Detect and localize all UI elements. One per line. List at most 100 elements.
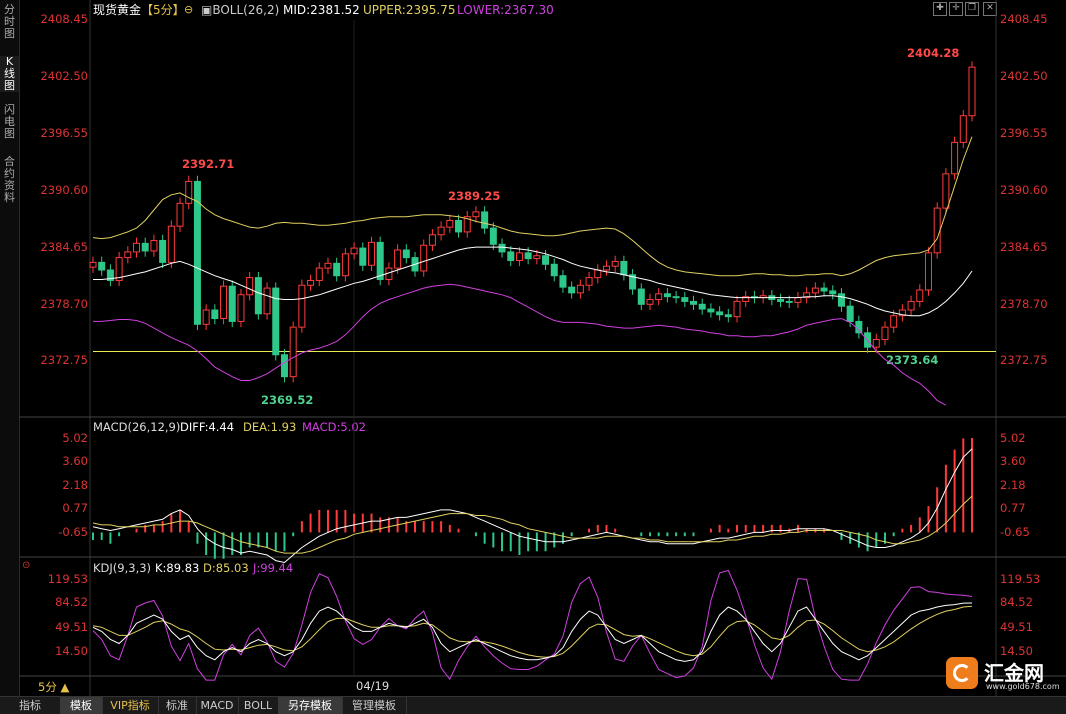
candle-body — [367, 241, 375, 266]
candle-body — [733, 300, 741, 318]
date-label: 04/19 — [356, 679, 390, 693]
candle-body — [176, 202, 184, 227]
candle-body — [341, 253, 349, 277]
tab-save-template[interactable]: 另存模板 — [278, 697, 343, 714]
candle-body — [968, 66, 976, 117]
candle-body — [663, 293, 671, 298]
candle-body — [637, 288, 645, 305]
candle-body — [472, 211, 480, 218]
candle-body — [481, 211, 489, 229]
candle-body — [298, 284, 306, 328]
candle-body — [446, 219, 454, 228]
candle-body — [98, 261, 106, 271]
kdj-d-line — [92, 605, 973, 658]
candle-body — [672, 296, 680, 299]
candle-body — [289, 326, 297, 378]
candle-body — [159, 239, 167, 263]
candle-body — [237, 294, 245, 322]
candle-body — [602, 265, 610, 271]
gold678-logo: 汇金网 www.gold678.com — [946, 655, 1061, 695]
candle-body — [829, 290, 837, 295]
candle-body — [785, 300, 793, 303]
candle-body — [585, 277, 593, 286]
candle-body — [959, 115, 967, 143]
candle-body — [376, 241, 384, 281]
candle-body — [559, 275, 567, 288]
candle-body — [594, 269, 602, 279]
candle-body — [185, 180, 193, 204]
candle-body — [507, 251, 515, 261]
candle-body — [228, 285, 236, 322]
candle-body — [620, 260, 628, 276]
candle-body — [951, 141, 959, 175]
tab-template[interactable]: 模板 — [60, 697, 103, 714]
candle-body — [924, 252, 932, 291]
bottom-toolbar: 指标 模板 VIP指标 标准 MACD BOLL 另存模板 管理模板 — [0, 696, 1066, 714]
candle-body — [542, 255, 550, 265]
candle-body — [646, 299, 654, 305]
tab-macd[interactable]: MACD — [196, 697, 239, 714]
candle-body — [820, 287, 828, 292]
candle-body — [254, 277, 262, 315]
candle-body — [133, 242, 141, 253]
candle-body — [124, 251, 132, 259]
candle-body — [890, 315, 898, 328]
logo-mark-icon — [946, 657, 978, 689]
candle-body — [498, 243, 506, 253]
candle-body — [550, 263, 558, 277]
candle-body — [141, 242, 149, 252]
candle-body — [716, 311, 724, 316]
tab-standard[interactable]: 标准 — [158, 697, 197, 714]
candle-body — [777, 299, 785, 302]
candle-body — [846, 305, 854, 322]
tab-boll[interactable]: BOLL — [238, 697, 279, 714]
candle-body — [576, 284, 584, 294]
candle-body — [568, 286, 576, 294]
candle-body — [724, 314, 732, 318]
candle-body — [489, 227, 497, 245]
candle-body — [524, 252, 532, 260]
candle-body — [167, 225, 175, 263]
candle-body — [655, 293, 663, 301]
candle-body — [428, 234, 436, 246]
candle-body — [907, 300, 915, 311]
candle-body — [698, 303, 706, 310]
period-selector[interactable]: 5分 ▲ — [38, 679, 69, 695]
candle-body — [933, 207, 941, 254]
tab-vip-indicator[interactable]: VIP指标 — [102, 697, 159, 714]
candle-body — [89, 261, 97, 268]
candle-body — [211, 309, 219, 320]
candle-body — [307, 279, 315, 286]
candle-body — [515, 252, 523, 261]
candle-body — [263, 287, 271, 315]
candle-body — [150, 239, 158, 252]
tab-manage-template[interactable]: 管理模板 — [342, 697, 407, 714]
candle-body — [394, 249, 402, 269]
candle-body — [202, 309, 210, 325]
candle-body — [315, 267, 323, 281]
logo-url: www.gold678.com — [986, 682, 1060, 691]
candle-body — [681, 297, 689, 302]
candle-body — [350, 247, 358, 255]
candle-body — [837, 293, 845, 307]
candle-body — [707, 308, 715, 313]
candle-body — [942, 173, 950, 209]
chart-canvas[interactable] — [0, 0, 1066, 713]
candle-body — [611, 260, 619, 267]
candle-body — [437, 226, 445, 236]
macd-diff-line — [92, 448, 973, 564]
candle-body — [811, 287, 819, 294]
boll-upper-line — [92, 136, 973, 277]
candle-body — [280, 354, 288, 378]
candle-body — [420, 244, 428, 272]
candle-body — [916, 289, 924, 302]
candle-body — [220, 285, 228, 320]
candle-body — [533, 255, 541, 260]
candle-body — [333, 262, 341, 277]
candle-body — [855, 320, 863, 334]
candle-body — [872, 339, 880, 348]
candle-body — [881, 326, 889, 341]
candle-body — [690, 300, 698, 305]
candle-body — [246, 277, 254, 296]
tab-indicator[interactable]: 指标 — [0, 697, 61, 714]
